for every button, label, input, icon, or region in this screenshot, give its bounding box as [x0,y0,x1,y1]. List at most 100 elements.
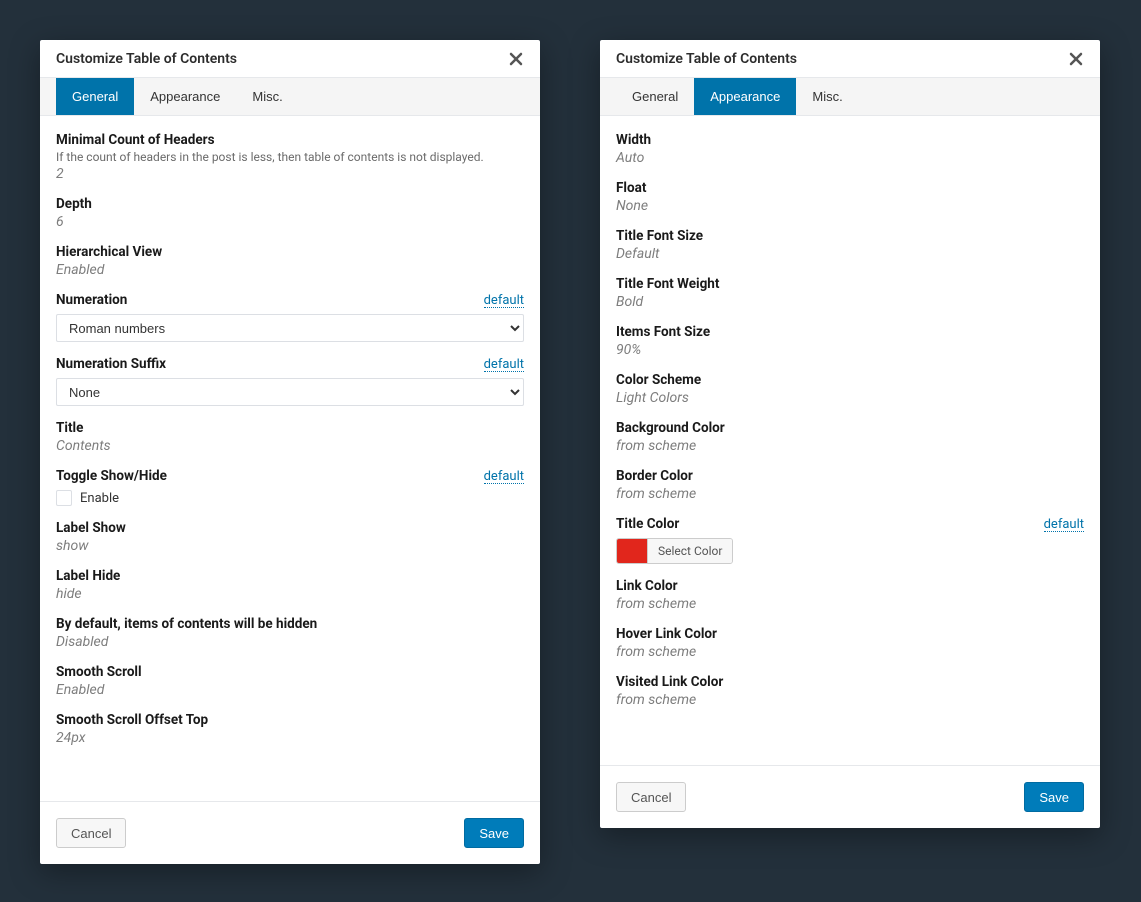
field-value: from scheme [616,438,1084,454]
field-value: None [616,198,1084,214]
field-label: Title Color [616,516,679,532]
dialog-appearance: Customize Table of Contents General Appe… [600,40,1100,828]
field-value: from scheme [616,596,1084,612]
field-default-hidden: By default, items of contents will be hi… [56,616,524,650]
field-label-hide: Label Hide hide [56,568,524,602]
field-visited-link-color: Visited Link Color from scheme [616,674,1084,708]
save-button[interactable]: Save [464,818,524,848]
color-swatch[interactable] [617,539,647,563]
numeration-suffix-select[interactable]: None [56,378,524,406]
field-value: 6 [56,214,524,230]
panel-body: Minimal Count of Headers If the count of… [40,116,540,801]
field-hover-link-color: Hover Link Color from scheme [616,626,1084,660]
field-label: Label Show [56,520,524,536]
field-min-headers: Minimal Count of Headers If the count of… [56,132,524,182]
close-icon[interactable] [508,51,524,67]
tabbar: General Appearance Misc. [600,78,1100,116]
field-border-color: Border Color from scheme [616,468,1084,502]
field-value: Auto [616,150,1084,166]
numeration-select[interactable]: Roman numbers [56,314,524,342]
field-label: Width [616,132,1084,148]
dialog-title: Customize Table of Contents [616,51,797,67]
color-picker[interactable]: Select Color [616,538,733,564]
field-value: show [56,538,524,554]
field-label: Smooth Scroll [56,664,524,680]
field-value: Enabled [56,682,524,698]
checkbox-label: Enable [80,491,119,506]
field-value: from scheme [616,692,1084,708]
field-bg-color: Background Color from scheme [616,420,1084,454]
cancel-button[interactable]: Cancel [56,818,126,848]
field-label: Color Scheme [616,372,1084,388]
reset-default-link[interactable]: default [1044,518,1084,532]
cancel-button[interactable]: Cancel [616,782,686,812]
field-value: Bold [616,294,1084,310]
field-label: By default, items of contents will be hi… [56,616,524,632]
field-help: If the count of headers in the post is l… [56,150,524,164]
field-smooth-scroll: Smooth Scroll Enabled [56,664,524,698]
field-label: Visited Link Color [616,674,1084,690]
field-label: Hierarchical View [56,244,524,260]
field-title-font-weight: Title Font Weight Bold [616,276,1084,310]
field-label: Label Hide [56,568,524,584]
field-width: Width Auto [616,132,1084,166]
field-items-font-size: Items Font Size 90% [616,324,1084,358]
dialog-title: Customize Table of Contents [56,51,237,67]
field-label: Items Font Size [616,324,1084,340]
field-label: Depth [56,196,524,212]
field-label: Title [56,420,524,436]
field-value: Contents [56,438,524,454]
field-numeration: Numeration default Roman numbers [56,292,524,342]
field-toggle: Toggle Show/Hide default Enable [56,468,524,506]
field-value: Enabled [56,262,524,278]
select-color-button[interactable]: Select Color [647,539,732,563]
titlebar: Customize Table of Contents [600,40,1100,78]
field-title-color: Title Color default Select Color [616,516,1084,564]
field-label: Background Color [616,420,1084,436]
panel-footer: Cancel Save [40,801,540,864]
field-value: hide [56,586,524,602]
field-value: from scheme [616,486,1084,502]
tab-misc[interactable]: Misc. [796,78,858,115]
reset-default-link[interactable]: default [484,294,524,308]
tab-general[interactable]: General [56,78,134,115]
tab-misc[interactable]: Misc. [236,78,298,115]
field-hierarchical: Hierarchical View Enabled [56,244,524,278]
field-label: Numeration [56,292,127,308]
tabbar: General Appearance Misc. [40,78,540,116]
field-label: Toggle Show/Hide [56,468,167,484]
field-label: Float [616,180,1084,196]
field-value: 90% [616,342,1084,358]
reset-default-link[interactable]: default [484,470,524,484]
field-value: from scheme [616,644,1084,660]
titlebar: Customize Table of Contents [40,40,540,78]
panel-body: Width Auto Float None Title Font Size De… [600,116,1100,765]
field-float: Float None [616,180,1084,214]
tab-general[interactable]: General [616,78,694,115]
field-color-scheme: Color Scheme Light Colors [616,372,1084,406]
field-label: Minimal Count of Headers [56,132,524,148]
dialog-general: Customize Table of Contents General Appe… [40,40,540,864]
field-title-font-size: Title Font Size Default [616,228,1084,262]
field-value: 24px [56,730,524,746]
field-label: Hover Link Color [616,626,1084,642]
field-numeration-suffix: Numeration Suffix default None [56,356,524,406]
field-label: Numeration Suffix [56,356,166,372]
field-smooth-offset: Smooth Scroll Offset Top 24px [56,712,524,746]
tab-appearance[interactable]: Appearance [134,78,236,115]
reset-default-link[interactable]: default [484,358,524,372]
tab-appearance[interactable]: Appearance [694,78,796,115]
field-label: Border Color [616,468,1084,484]
field-label: Link Color [616,578,1084,594]
field-depth: Depth 6 [56,196,524,230]
toggle-enable-checkbox[interactable] [56,490,72,506]
close-icon[interactable] [1068,51,1084,67]
field-title: Title Contents [56,420,524,454]
field-label: Title Font Weight [616,276,1084,292]
field-value: Disabled [56,634,524,650]
field-label-show: Label Show show [56,520,524,554]
field-link-color: Link Color from scheme [616,578,1084,612]
field-value: 2 [56,166,524,182]
panel-footer: Cancel Save [600,765,1100,828]
save-button[interactable]: Save [1024,782,1084,812]
